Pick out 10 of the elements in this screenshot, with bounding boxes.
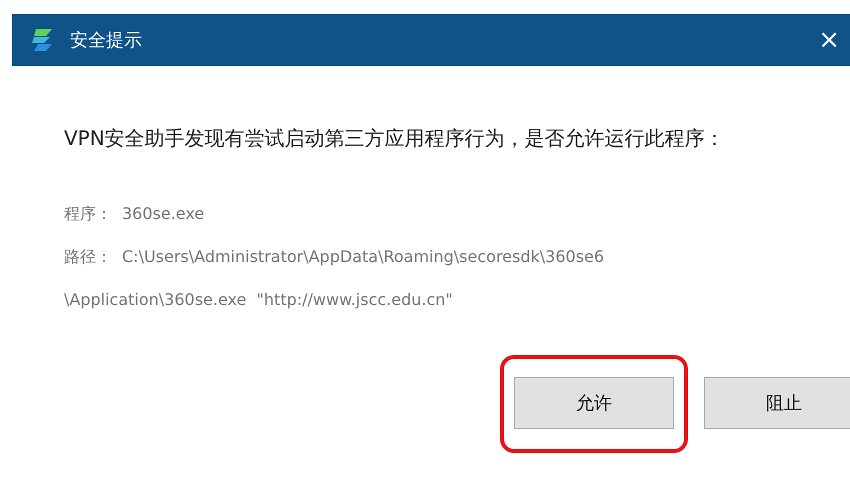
field-value: 360se.exe [122, 203, 204, 225]
window-title: 安全提示 [70, 28, 142, 52]
close-button[interactable]: × [814, 27, 844, 53]
field-value: \Application\360se.exe "http://www.jscc.edu.cn" [64, 289, 453, 311]
field-label: 程序： [64, 203, 112, 225]
field-label: 路径： [64, 246, 112, 268]
dialog-button[interactable]: 阻止 [704, 377, 850, 429]
dialog-button[interactable]: 允许 [514, 377, 674, 429]
field-value: C:\Users\Administrator\AppData\Roaming\secoresdk\360se6 [122, 246, 604, 268]
message-text: VPN安全助手发现有尝试启动第三方应用程序行为，是否允许运行此程序： [64, 125, 726, 152]
